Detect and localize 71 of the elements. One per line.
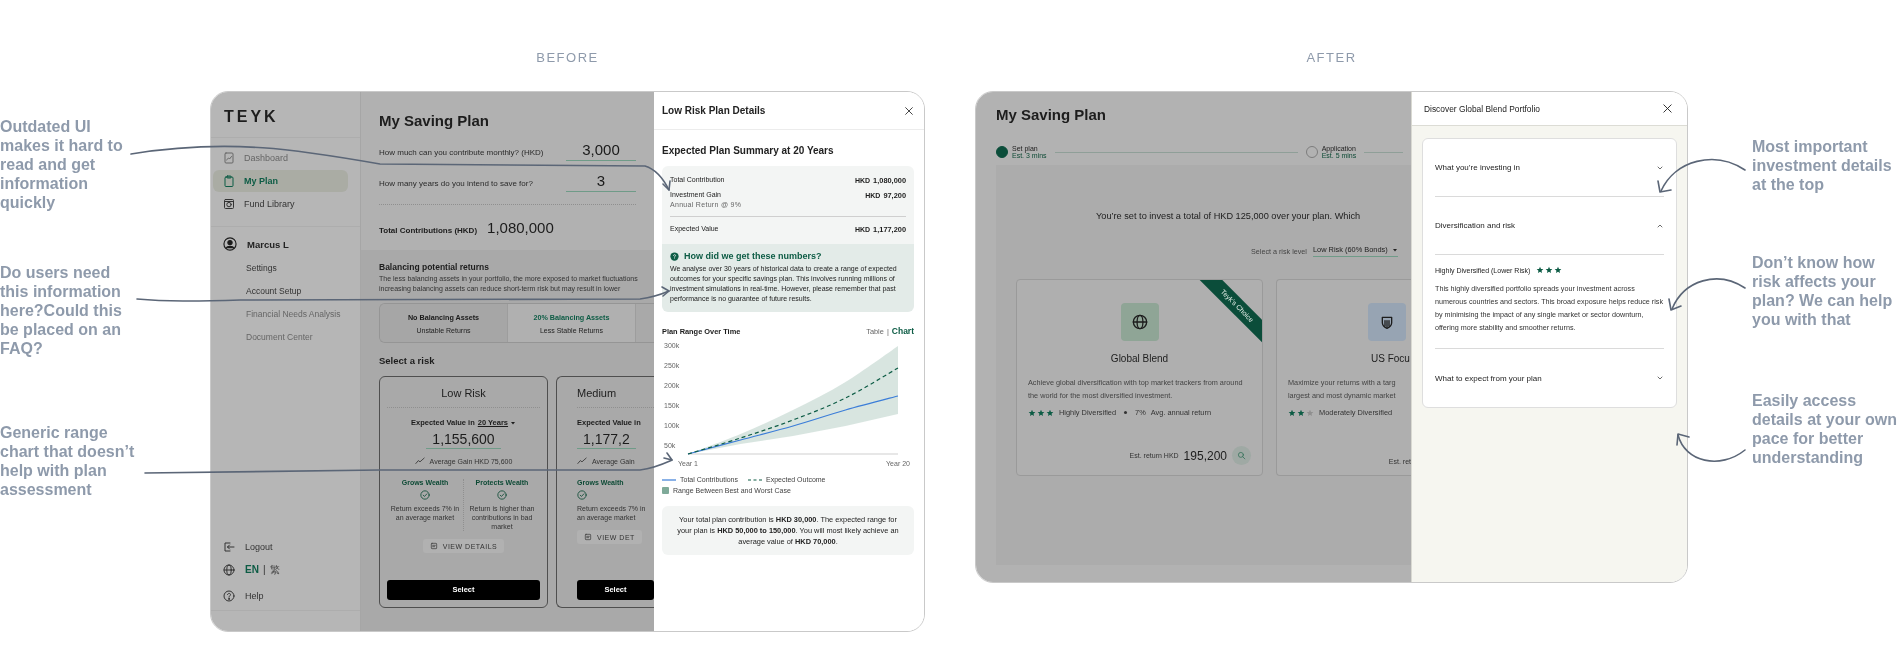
language-option[interactable]: EN <box>245 564 259 575</box>
close-icon <box>904 105 914 116</box>
trend-icon <box>577 456 587 466</box>
question-text: How many years do you intend to save for? <box>379 179 533 190</box>
accordion-header[interactable]: What to expect from your plan <box>1435 349 1664 407</box>
accordion-header[interactable]: Diversification and risk <box>1435 197 1664 255</box>
search-button[interactable] <box>1232 446 1251 465</box>
annotation-text: Don’t know how risk affects your plan? We can help you with that <box>1752 253 1894 329</box>
language-option[interactable]: 繁 <box>269 562 280 577</box>
section-title: Balancing potential returns <box>379 262 491 272</box>
logo-text: TEYK <box>211 92 360 138</box>
annotation-text: Easily access details at your own pace for better understanding <box>1752 391 1898 467</box>
answer-field[interactable]: 3 <box>566 171 636 192</box>
globe-icon <box>223 563 235 576</box>
annotation-text: Outdated UI makes it hard to read and get information quickly <box>0 117 124 212</box>
card-title: Medium <box>577 386 617 400</box>
menu-item[interactable]: Account Setup <box>211 280 360 303</box>
section-heading: BEFORE <box>536 50 599 66</box>
section-title: Select a risk <box>379 355 436 366</box>
expected-value: 1,177,2 <box>577 431 636 449</box>
language-separator: | <box>262 564 266 575</box>
check-circle-icon <box>497 490 507 500</box>
help-link[interactable]: Help <box>211 581 360 611</box>
annotation-text: Generic range chart that doesn’t help with plan assessment <box>0 423 136 499</box>
panel-title: Discover Global Blend Portfolio <box>1424 103 1540 114</box>
caret-icon <box>510 419 517 426</box>
info-title: How did we get these numbers? <box>684 251 822 261</box>
help-icon <box>223 589 235 602</box>
page-title: My Saving Plan <box>379 112 491 130</box>
page-title: My Saving Plan <box>996 106 1108 124</box>
chevron-down-icon <box>1656 374 1664 382</box>
question-text: How much can you contribute monthly? (HKD) <box>379 148 544 159</box>
document-icon <box>584 533 592 541</box>
accordion-header[interactable]: What you’re investing in <box>1435 139 1664 197</box>
summary-title: Expected Plan Summary at 20 Years <box>662 145 835 156</box>
answer-field[interactable]: 3,000 <box>566 140 636 161</box>
view-tab[interactable]: Chart <box>891 326 914 336</box>
card-title: Low Risk <box>441 386 486 400</box>
estimate-value: 195,200 <box>1183 448 1227 463</box>
safe-icon <box>223 198 235 210</box>
user-icon <box>223 237 237 251</box>
annotation-text: Do users need this information here?Could this be placed on an FAQ? <box>0 263 123 358</box>
annotation-text: Most important investment details at the top <box>1752 137 1893 194</box>
globe-icon <box>1131 314 1148 330</box>
user-name: Marcus L <box>247 238 289 250</box>
nav-item[interactable]: My Plan <box>213 170 348 192</box>
nav-item[interactable]: Fund Library <box>213 193 348 215</box>
close-icon <box>1662 103 1673 114</box>
shield-icon <box>1379 314 1395 330</box>
check-circle-icon <box>577 490 587 500</box>
card-title: Global Blend <box>1110 353 1169 364</box>
trend-icon <box>414 456 425 466</box>
bullet-icon <box>1124 411 1128 414</box>
logout-icon <box>223 540 235 553</box>
expected-value: 1,155,600 <box>426 431 501 449</box>
chart-page-icon <box>223 152 235 164</box>
search-icon <box>1237 451 1246 460</box>
check-circle-icon <box>420 490 430 500</box>
intro-text: You’re set to invest a total of HKD 125,000 over your plan. Which <box>1095 211 1362 221</box>
caret-icon <box>1391 246 1398 253</box>
panel-title: Low Risk Plan Details <box>662 105 766 116</box>
help-icon <box>670 251 679 261</box>
annotation-arrow <box>1676 433 1746 462</box>
card-title: US Focu <box>1371 353 1410 364</box>
clipboard-icon <box>223 175 235 187</box>
section-heading: AFTER <box>1306 50 1357 66</box>
document-icon <box>429 542 438 550</box>
menu-item[interactable]: Settings <box>211 257 360 280</box>
logout-link[interactable]: Logout <box>211 535 360 558</box>
total-value: 1,080,000 <box>487 219 554 236</box>
total-label: Total Contributions (HKD) <box>379 226 478 235</box>
